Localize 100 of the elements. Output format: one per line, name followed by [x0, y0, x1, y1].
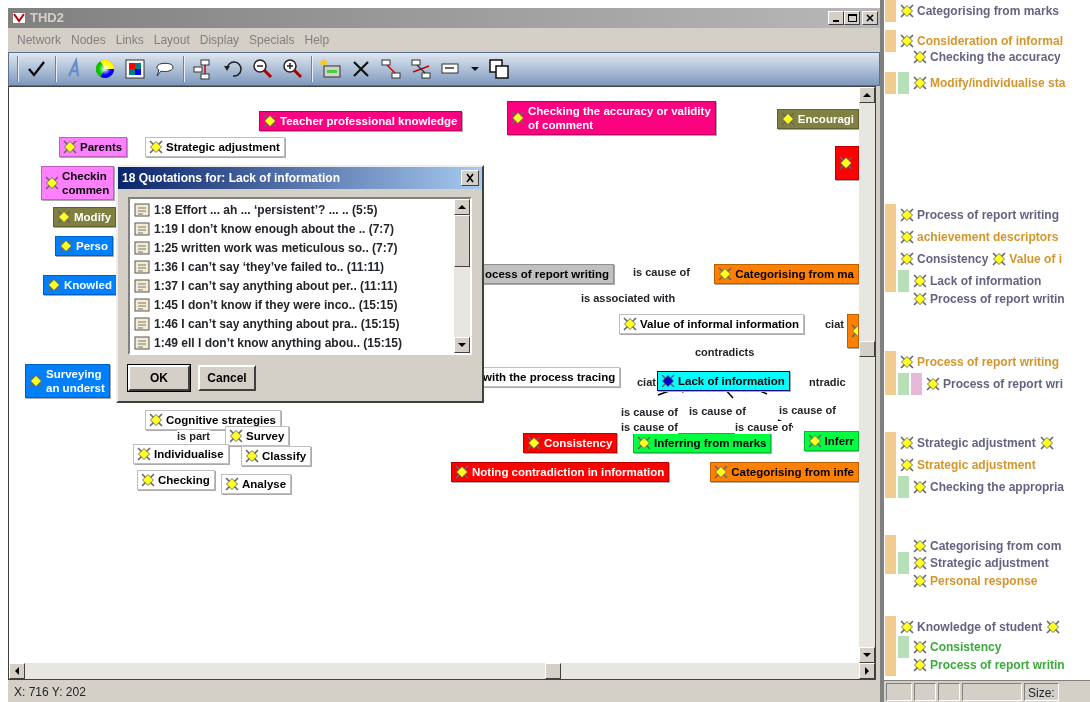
graph-node[interactable]: Checkin commen	[41, 166, 115, 200]
code-label[interactable]: Categorising from com	[930, 537, 1062, 555]
close-button[interactable]	[461, 170, 479, 186]
code-label[interactable]: Knowledge of student	[917, 618, 1043, 636]
node-icon	[229, 429, 243, 443]
scroll-down-button[interactable]	[859, 647, 875, 663]
node-icon	[661, 374, 675, 388]
scroll-left-button[interactable]	[9, 663, 25, 679]
graph-node[interactable]: Categorising from ma	[714, 264, 859, 284]
link-label: is cause of	[621, 421, 678, 434]
document-icon	[134, 221, 150, 236]
quotation-item[interactable]: 1:45 I don’t know if they were inco.. (15:15)	[134, 295, 450, 314]
code-label[interactable]: Consistency	[930, 638, 1002, 656]
code-label[interactable]: Consistency	[917, 250, 989, 268]
quotation-item[interactable]: 1:25 written work was meticulous so.. (7:7)	[134, 238, 450, 257]
graph-node[interactable]: Knowled	[43, 275, 117, 295]
graph-node[interactable]: Encouragi	[776, 109, 859, 129]
graph-node[interactable]: Survey	[225, 426, 290, 446]
scroll-thumb[interactable]	[454, 215, 470, 267]
graph-node[interactable]: Categorising from infe	[710, 462, 859, 482]
quotation-item[interactable]: 1:19 I don’t know enough about the .. (7:7)	[134, 219, 450, 238]
code-label[interactable]: Strategic adjustment	[930, 554, 1049, 572]
window-title: THD2	[30, 9, 65, 28]
maximize-button[interactable]	[844, 11, 860, 25]
graph-node[interactable]	[847, 314, 859, 348]
link-label: is cause of	[633, 266, 690, 279]
graph-node[interactable]: ocess of report writing	[481, 264, 614, 284]
new-node-icon[interactable]	[319, 57, 343, 81]
zoom-in-icon[interactable]	[281, 57, 305, 81]
code-label[interactable]: Process of report writing	[917, 206, 1060, 224]
copy-icon[interactable]	[487, 57, 511, 81]
link-label: is cause of	[689, 405, 746, 418]
node-icon	[141, 473, 155, 487]
code-label[interactable]: Strategic adjustment	[917, 434, 1036, 452]
graph-node[interactable]: Checking the accuracy or validity of comment	[507, 101, 716, 135]
minimize-button[interactable]	[828, 11, 844, 25]
graph-node[interactable]: Teacher professional knowledge	[259, 111, 463, 131]
node-icon	[63, 140, 77, 154]
graph-node[interactable]	[835, 146, 859, 180]
graph-node[interactable]: Checking	[137, 470, 215, 490]
close-button[interactable]	[862, 11, 878, 25]
graph-node[interactable]: Parents	[59, 137, 128, 157]
graph-node[interactable]: Inferring from marks	[633, 433, 772, 453]
node-icon	[149, 140, 163, 154]
zoom-out-icon[interactable]	[251, 57, 275, 81]
graph-node[interactable]: Noting contradiction in information	[451, 462, 670, 482]
unlink-icon[interactable]	[409, 57, 433, 81]
code-label[interactable]: Lack of information	[930, 272, 1042, 290]
node-icon	[714, 465, 729, 479]
node-icon	[913, 480, 927, 494]
graph-node[interactable]: Inferr	[803, 431, 859, 451]
maximize-icon	[846, 13, 858, 23]
graph-node[interactable]: Classify	[241, 446, 312, 466]
node-icon	[527, 436, 541, 450]
scroll-up-button[interactable]	[454, 199, 470, 215]
graph-node[interactable]: Individualise	[133, 444, 229, 464]
quotation-item[interactable]: 1:36 I can’t say ‘they’ve failed to.. (11:11)	[134, 257, 450, 276]
left-arrow-icon	[14, 667, 20, 675]
code-label[interactable]: Process of report writin	[930, 290, 1065, 308]
app-icon	[12, 12, 26, 24]
scroll-down-button[interactable]	[454, 337, 470, 353]
graph-node[interactable]: Lack of information	[657, 371, 790, 391]
cancel-button[interactable]: Cancel	[198, 365, 256, 391]
scroll-thumb[interactable]	[859, 341, 875, 357]
code-label[interactable]: Checking the accuracy	[930, 48, 1061, 66]
quotation-item[interactable]: 1:46 I can’t say anything about pra.. (15:15)	[134, 314, 450, 333]
link-icon[interactable]	[379, 57, 403, 81]
graph-node[interactable]: Strategic adjustment	[145, 137, 285, 157]
node-icon	[992, 252, 1007, 266]
code-label[interactable]: Process of report writin	[930, 656, 1065, 674]
graph-node[interactable]: Surveying an underst	[25, 364, 110, 398]
code-label[interactable]: Checking the appropria	[930, 478, 1065, 496]
graph-node[interactable]: Value of informal information	[619, 314, 805, 334]
code-label[interactable]: Categorising from marks	[917, 2, 1060, 20]
graph-node[interactable]: Consistency	[523, 433, 618, 453]
color-wheel-icon[interactable]	[93, 57, 117, 81]
code-label[interactable]: Process of report wri	[943, 375, 1064, 393]
picture-icon[interactable]	[123, 57, 147, 81]
graph-node[interactable]: Perso	[55, 236, 113, 256]
node-icon	[913, 574, 927, 588]
scroll-right-button[interactable]	[859, 663, 875, 679]
document-icon	[134, 259, 150, 274]
node-icon	[900, 4, 914, 18]
scroll-thumb[interactable]	[545, 663, 561, 679]
document-icon	[134, 297, 150, 312]
quotation-item[interactable]: 1:8 Effort ... ah ... ‘persistent’? ... .. (5:5)	[134, 200, 450, 219]
quotation-item[interactable]: 1:49 ell I don’t know anything abou.. (15:15)	[134, 333, 450, 352]
node-icon	[137, 447, 151, 461]
node-icon	[245, 449, 259, 463]
node-icon	[900, 620, 914, 634]
node-icon	[913, 658, 927, 672]
graph-node[interactable]: Cognitive strategies	[145, 410, 281, 430]
document-icon	[134, 278, 150, 293]
graph-node[interactable]: Analyse	[221, 474, 292, 494]
graph-node[interactable]: Modify	[53, 207, 117, 227]
node-icon	[57, 210, 71, 224]
quotation-item[interactable]: 1:37 I can’t say anything about per.. (11:11)	[134, 276, 450, 295]
ok-button[interactable]: OK	[128, 365, 190, 391]
node-icon	[637, 436, 651, 450]
scroll-up-button[interactable]	[859, 87, 875, 103]
